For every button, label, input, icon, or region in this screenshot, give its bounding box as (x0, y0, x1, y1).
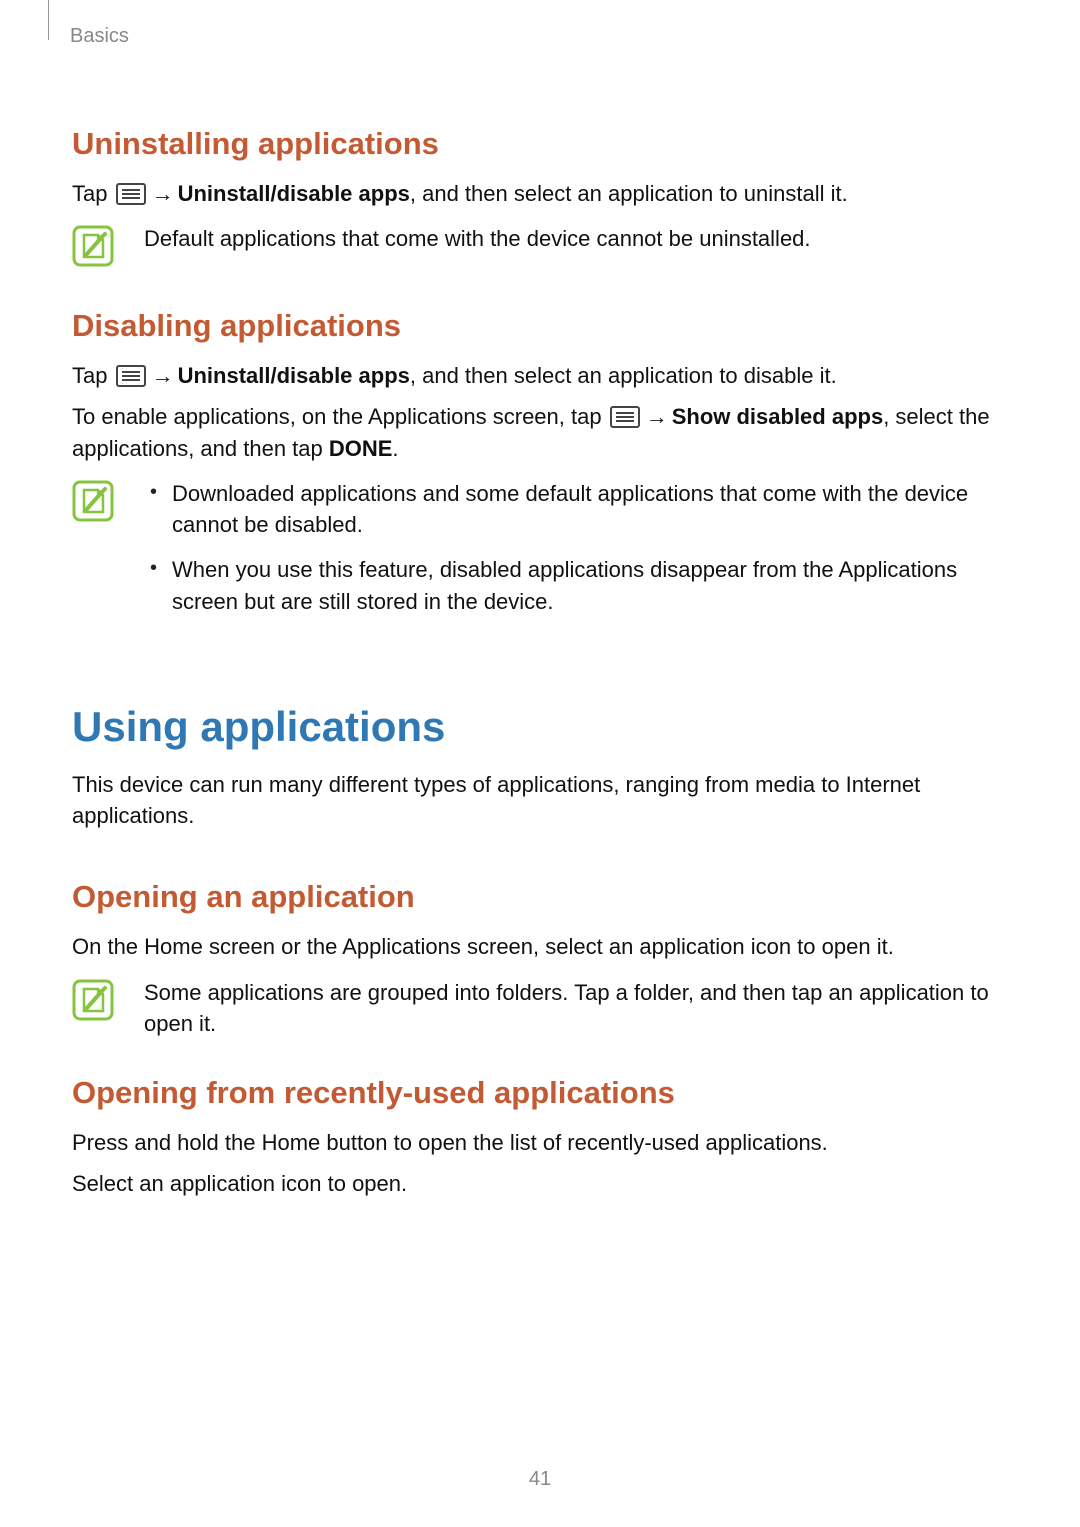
note-text: Some applications are grouped into folde… (144, 977, 1008, 1039)
menu-icon (610, 406, 640, 428)
heading-disabling: Disabling applications (72, 308, 1008, 344)
note-opening: Some applications are grouped into folde… (72, 977, 1008, 1039)
text-enable-prefix: To enable applications, on the Applicati… (72, 404, 608, 429)
header-breadcrumb: Basics (48, 0, 129, 56)
link-show-disabled: Show disabled apps (672, 404, 883, 429)
arrow-icon: → (148, 181, 178, 206)
arrow-icon: → (148, 363, 178, 388)
note-uninstalling: Default applications that come with the … (72, 223, 1008, 272)
heading-recent-apps: Opening from recently-used applications (72, 1075, 1008, 1111)
heading-using-applications: Using applications (72, 703, 1008, 751)
page-number: 41 (0, 1468, 1080, 1491)
text-tap-suffix: , and then select an application to unin… (410, 181, 848, 206)
done-label: DONE (329, 436, 393, 461)
text-tap-suffix: , and then select an application to disa… (410, 363, 837, 388)
note-icon (72, 979, 114, 1026)
para-recent-body-1: Press and hold the Home button to open t… (72, 1127, 1008, 1158)
para-opening-body: On the Home screen or the Applications s… (72, 931, 1008, 962)
text-enable-end: . (392, 436, 398, 461)
para-uninstalling-instruction: Tap →Uninstall/disable apps, and then se… (72, 178, 1008, 209)
note-icon (72, 480, 114, 527)
heading-opening-app: Opening an application (72, 879, 1008, 915)
list-item: Downloaded applications and some default… (144, 478, 1008, 540)
heading-uninstalling: Uninstalling applications (72, 126, 1008, 162)
list-item: When you use this feature, disabled appl… (144, 554, 1008, 616)
link-uninstall-disable: Uninstall/disable apps (178, 181, 410, 206)
para-disabling-instruction-1: Tap →Uninstall/disable apps, and then se… (72, 360, 1008, 391)
page-content: Uninstalling applications Tap →Uninstall… (0, 0, 1080, 1250)
menu-icon (116, 183, 146, 205)
text-tap-prefix: Tap (72, 363, 114, 388)
header-section-label: Basics (48, 25, 129, 56)
link-uninstall-disable: Uninstall/disable apps (178, 363, 410, 388)
note-icon (72, 225, 114, 272)
note-bullet-list: Downloaded applications and some default… (144, 478, 1008, 631)
text-tap-prefix: Tap (72, 181, 114, 206)
menu-icon (116, 365, 146, 387)
note-text: Default applications that come with the … (144, 223, 1008, 254)
para-disabling-instruction-2: To enable applications, on the Applicati… (72, 401, 1008, 463)
para-using-intro: This device can run many different types… (72, 769, 1008, 831)
arrow-icon: → (642, 404, 672, 429)
para-recent-body-2: Select an application icon to open. (72, 1168, 1008, 1199)
note-disabling: Downloaded applications and some default… (72, 478, 1008, 631)
